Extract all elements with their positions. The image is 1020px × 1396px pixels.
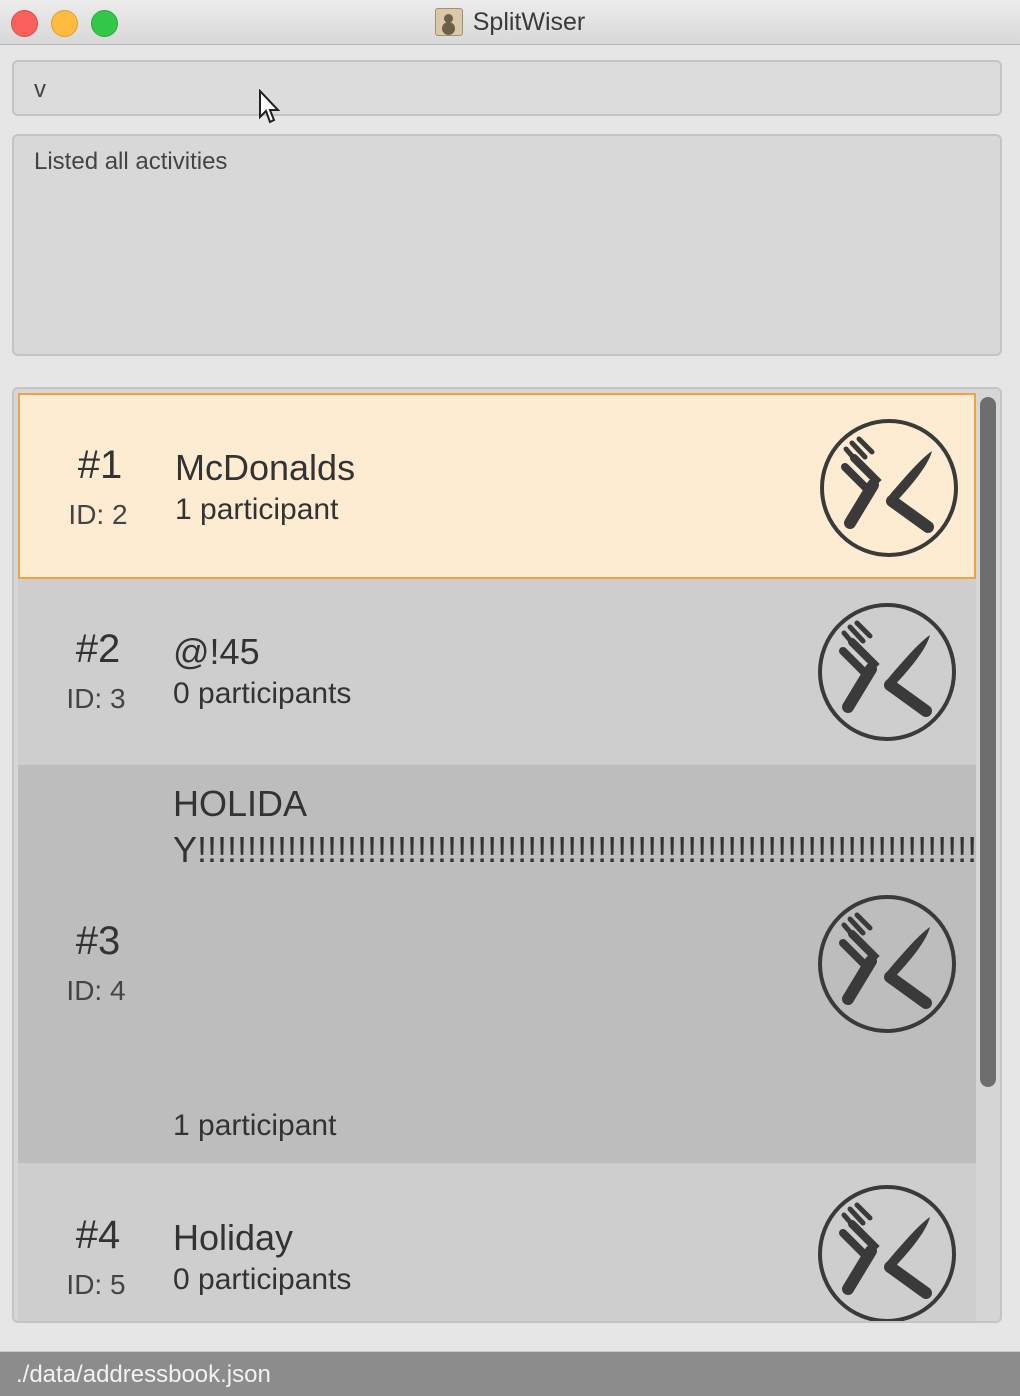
activity-name: Holiday xyxy=(173,1217,294,1258)
activity-index: #1 xyxy=(77,443,123,487)
activity-name: @!45 xyxy=(173,631,260,672)
command-input[interactable] xyxy=(32,72,936,108)
activity-card[interactable]: #2 ID: 3 @!45 0 participants xyxy=(18,579,976,765)
activity-name: McDonalds xyxy=(175,447,356,488)
window-title: SplitWiser xyxy=(472,7,586,36)
activity-participants: 1 participant xyxy=(173,1109,337,1142)
activity-id: ID: 5 xyxy=(66,1269,126,1300)
activity-card[interactable]: #1 ID: 2 McDonalds 1 participant xyxy=(18,393,976,579)
fork-knife-icon xyxy=(818,1185,956,1321)
fork-knife-icon xyxy=(820,419,958,557)
main-content: Listed all activities #1 ID: 2 McDonalds… xyxy=(0,45,1020,1351)
result-display: Listed all activities xyxy=(12,134,1002,356)
activity-id: ID: 4 xyxy=(66,975,126,1006)
activity-id: ID: 2 xyxy=(68,499,128,530)
app-icon xyxy=(434,8,463,36)
title-bar: SplitWiser xyxy=(0,0,1020,45)
fork-knife-icon xyxy=(818,603,956,741)
result-text: Listed all activities xyxy=(34,148,228,175)
activity-participants: 1 participant xyxy=(175,493,339,526)
activity-card[interactable]: #4 ID: 5 Holiday 0 participants xyxy=(18,1163,976,1321)
activity-participants: 0 participants xyxy=(173,677,352,710)
activity-index: #2 xyxy=(75,627,121,671)
command-box[interactable] xyxy=(12,60,1002,116)
activity-id: ID: 3 xyxy=(66,683,126,714)
status-bar: ./data/addressbook.json xyxy=(0,1352,1020,1396)
activity-list[interactable]: #1 ID: 2 McDonalds 1 participant #2 ID: xyxy=(12,387,1002,1323)
activity-card[interactable]: #3 ID: 4 HOLIDAY!!!!!!!!!!!!!!!!!!!!!!!!… xyxy=(18,765,1000,1163)
activity-name: HOLIDAY!!!!!!!!!!!!!!!!!!!!!!!!!!!!!!!!!… xyxy=(173,783,1000,870)
activity-index: #4 xyxy=(75,1213,121,1257)
activity-index: #3 xyxy=(75,919,121,963)
title-wrap: SplitWiser xyxy=(0,0,1020,44)
status-file-path: ./data/addressbook.json xyxy=(16,1361,271,1388)
activity-participants: 0 participants xyxy=(173,1263,352,1296)
scrollbar-thumb[interactable] xyxy=(980,397,996,1087)
fork-knife-icon xyxy=(818,895,956,1033)
